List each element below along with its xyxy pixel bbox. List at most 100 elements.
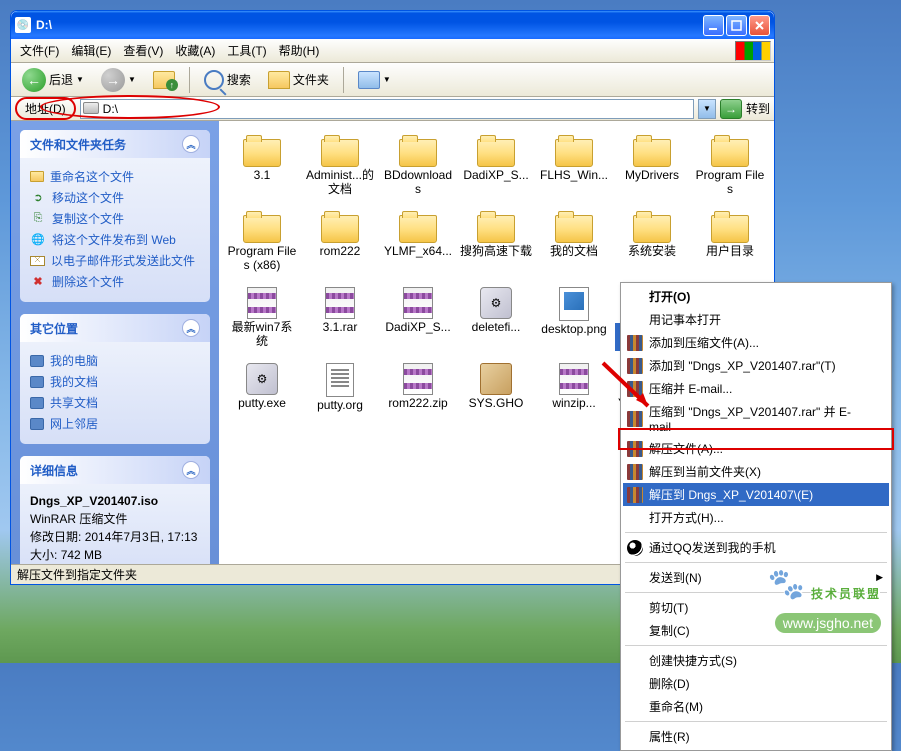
file-item[interactable]: FLHS_Win... xyxy=(535,133,613,209)
go-button[interactable]: → xyxy=(720,99,742,119)
task-label: 将这个文件发布到 Web xyxy=(52,231,176,248)
file-item[interactable]: DadiXP_S... xyxy=(379,285,457,361)
file-item[interactable]: BDdownloads xyxy=(379,133,457,209)
forward-button[interactable]: → ▼ xyxy=(94,64,143,96)
link-my-computer[interactable]: 我的电脑 xyxy=(30,350,200,371)
menu-tools[interactable]: 工具(T) xyxy=(221,39,272,62)
tasks-panel-header[interactable]: 文件和文件夹任务 ︽ xyxy=(20,130,210,158)
link-network[interactable]: 网上邻居 xyxy=(30,413,200,434)
task-move[interactable]: ➲移动这个文件 xyxy=(30,187,200,208)
file-label: Program Files (x86) xyxy=(225,245,299,273)
file-item[interactable]: Program Files (x86) xyxy=(223,209,301,285)
watermark: 技术员联盟 www.jsgho.net xyxy=(771,575,881,633)
link-label: 网上邻居 xyxy=(50,415,98,432)
publish-icon: 🌐 xyxy=(30,232,46,248)
task-publish[interactable]: 🌐 将这个文件发布到 Web xyxy=(30,229,200,250)
file-item[interactable]: winzip... xyxy=(535,361,613,437)
back-arrow-icon: ← xyxy=(22,68,46,92)
link-my-documents[interactable]: 我的文档 xyxy=(30,371,200,392)
file-item[interactable]: SYS.GHO xyxy=(457,361,535,437)
minimize-button[interactable] xyxy=(703,15,724,36)
cm-extract-to-folder[interactable]: 解压到 Dngs_XP_V201407\(E) xyxy=(623,483,889,506)
file-item[interactable]: Administ...的文档 xyxy=(301,133,379,209)
close-button[interactable] xyxy=(749,15,770,36)
file-label: Program Files xyxy=(693,169,767,197)
menu-edit[interactable]: 编辑(E) xyxy=(65,39,117,62)
toolbar-separator xyxy=(343,67,344,93)
cm-label: 解压文件(A)... xyxy=(649,440,723,457)
cm-properties[interactable]: 属性(R) xyxy=(623,725,889,748)
cm-rename[interactable]: 重命名(M) xyxy=(623,695,889,718)
cm-add-to-rar[interactable]: 添加到 "Dngs_XP_V201407.rar"(T) xyxy=(623,354,889,377)
cm-label: 压缩并 E-mail... xyxy=(649,380,732,397)
menu-help[interactable]: 帮助(H) xyxy=(273,39,326,62)
archive-icon xyxy=(627,441,643,457)
cm-qq-send[interactable]: 通过QQ发送到我的手机 xyxy=(623,536,889,559)
file-item[interactable]: desktop.png xyxy=(535,285,613,361)
delete-icon: ✖ xyxy=(30,274,46,290)
task-delete[interactable]: ✖删除这个文件 xyxy=(30,271,200,292)
cm-open[interactable]: 打开(O) xyxy=(623,285,889,308)
rar-icon xyxy=(247,287,277,319)
file-item[interactable]: rom222.zip xyxy=(379,361,457,437)
other-panel-header[interactable]: 其它位置 ︽ xyxy=(20,314,210,342)
menu-view[interactable]: 查看(V) xyxy=(117,39,169,62)
task-email[interactable]: 以电子邮件形式发送此文件 xyxy=(30,250,200,271)
menu-favorites[interactable]: 收藏(A) xyxy=(169,39,221,62)
file-item[interactable]: YLMF_x64... xyxy=(379,209,457,285)
up-button[interactable] xyxy=(146,67,182,93)
file-item[interactable]: ⚙putty.exe xyxy=(223,361,301,437)
file-item[interactable]: rom222 xyxy=(301,209,379,285)
title-bar[interactable]: 💿 D:\ xyxy=(11,11,774,39)
rar-icon xyxy=(559,363,589,395)
menu-file[interactable]: 文件(F) xyxy=(14,39,65,62)
address-label: 地址(D) xyxy=(15,97,76,120)
file-item[interactable]: DadiXP_S... xyxy=(457,133,535,209)
file-item[interactable]: 搜狗高速下载 xyxy=(457,209,535,285)
cm-create-shortcut[interactable]: 创建快捷方式(S) xyxy=(623,649,889,672)
views-button[interactable]: ▼ xyxy=(351,67,398,93)
maximize-button[interactable] xyxy=(726,15,747,36)
file-item[interactable]: MyDrivers xyxy=(613,133,691,209)
search-button[interactable]: 搜索 xyxy=(197,66,258,94)
file-item[interactable]: 3.1 xyxy=(223,133,301,209)
task-rename[interactable]: 重命名这个文件 xyxy=(30,166,200,187)
file-item[interactable]: 用户目录 xyxy=(691,209,769,285)
task-copy[interactable]: ⎘复制这个文件 xyxy=(30,208,200,229)
rar-icon xyxy=(403,287,433,319)
file-item[interactable]: 3.1.rar xyxy=(301,285,379,361)
tasks-panel: 文件和文件夹任务 ︽ 重命名这个文件 ➲移动这个文件 ⎘复制这个文件 🌐 将这个文… xyxy=(20,130,210,302)
windows-logo-icon xyxy=(735,41,771,61)
cm-add-archive[interactable]: 添加到压缩文件(A)... xyxy=(623,331,889,354)
collapse-icon: ︽ xyxy=(182,461,200,479)
cm-extract-here[interactable]: 解压到当前文件夹(X) xyxy=(623,460,889,483)
file-item[interactable]: 系统安装 xyxy=(613,209,691,285)
file-item[interactable]: putty.org xyxy=(301,361,379,437)
link-shared-docs[interactable]: 共享文档 xyxy=(30,392,200,413)
file-item[interactable]: 最新win7系统 xyxy=(223,285,301,361)
file-item[interactable]: 我的文档 xyxy=(535,209,613,285)
cm-delete[interactable]: 删除(D) xyxy=(623,672,889,695)
file-item[interactable]: Program Files xyxy=(691,133,769,209)
cm-notepad[interactable]: 用记事本打开 xyxy=(623,308,889,331)
archive-icon xyxy=(627,411,643,427)
png-icon xyxy=(559,287,589,321)
folders-button[interactable]: 文件夹 xyxy=(261,67,336,93)
chevron-down-icon: ▼ xyxy=(703,104,711,113)
context-menu: 打开(O) 用记事本打开 添加到压缩文件(A)... 添加到 "Dngs_XP_… xyxy=(620,282,892,751)
cm-extract-files[interactable]: 解压文件(A)... xyxy=(623,437,889,460)
back-button[interactable]: ← 后退 ▼ xyxy=(15,64,91,96)
cm-compress-to-email[interactable]: 压缩到 "Dngs_XP_V201407.rar" 并 E-mail xyxy=(623,400,889,437)
details-panel-header[interactable]: 详细信息 ︽ xyxy=(20,456,210,484)
cm-open-with[interactable]: 打开方式(H)... xyxy=(623,506,889,529)
window-controls xyxy=(703,15,770,36)
archive-icon xyxy=(627,464,643,480)
address-dropdown-button[interactable]: ▼ xyxy=(698,99,716,119)
collapse-icon: ︽ xyxy=(182,135,200,153)
cm-compress-email[interactable]: 压缩并 E-mail... xyxy=(623,377,889,400)
file-item[interactable]: ⚙deletefi... xyxy=(457,285,535,361)
archive-icon xyxy=(627,358,643,374)
other-places-panel: 其它位置 ︽ 我的电脑 我的文档 共享文档 网上邻居 xyxy=(20,314,210,444)
toolbar: ← 后退 ▼ → ▼ 搜索 文件夹 ▼ xyxy=(11,63,774,97)
address-input[interactable] xyxy=(80,99,694,119)
